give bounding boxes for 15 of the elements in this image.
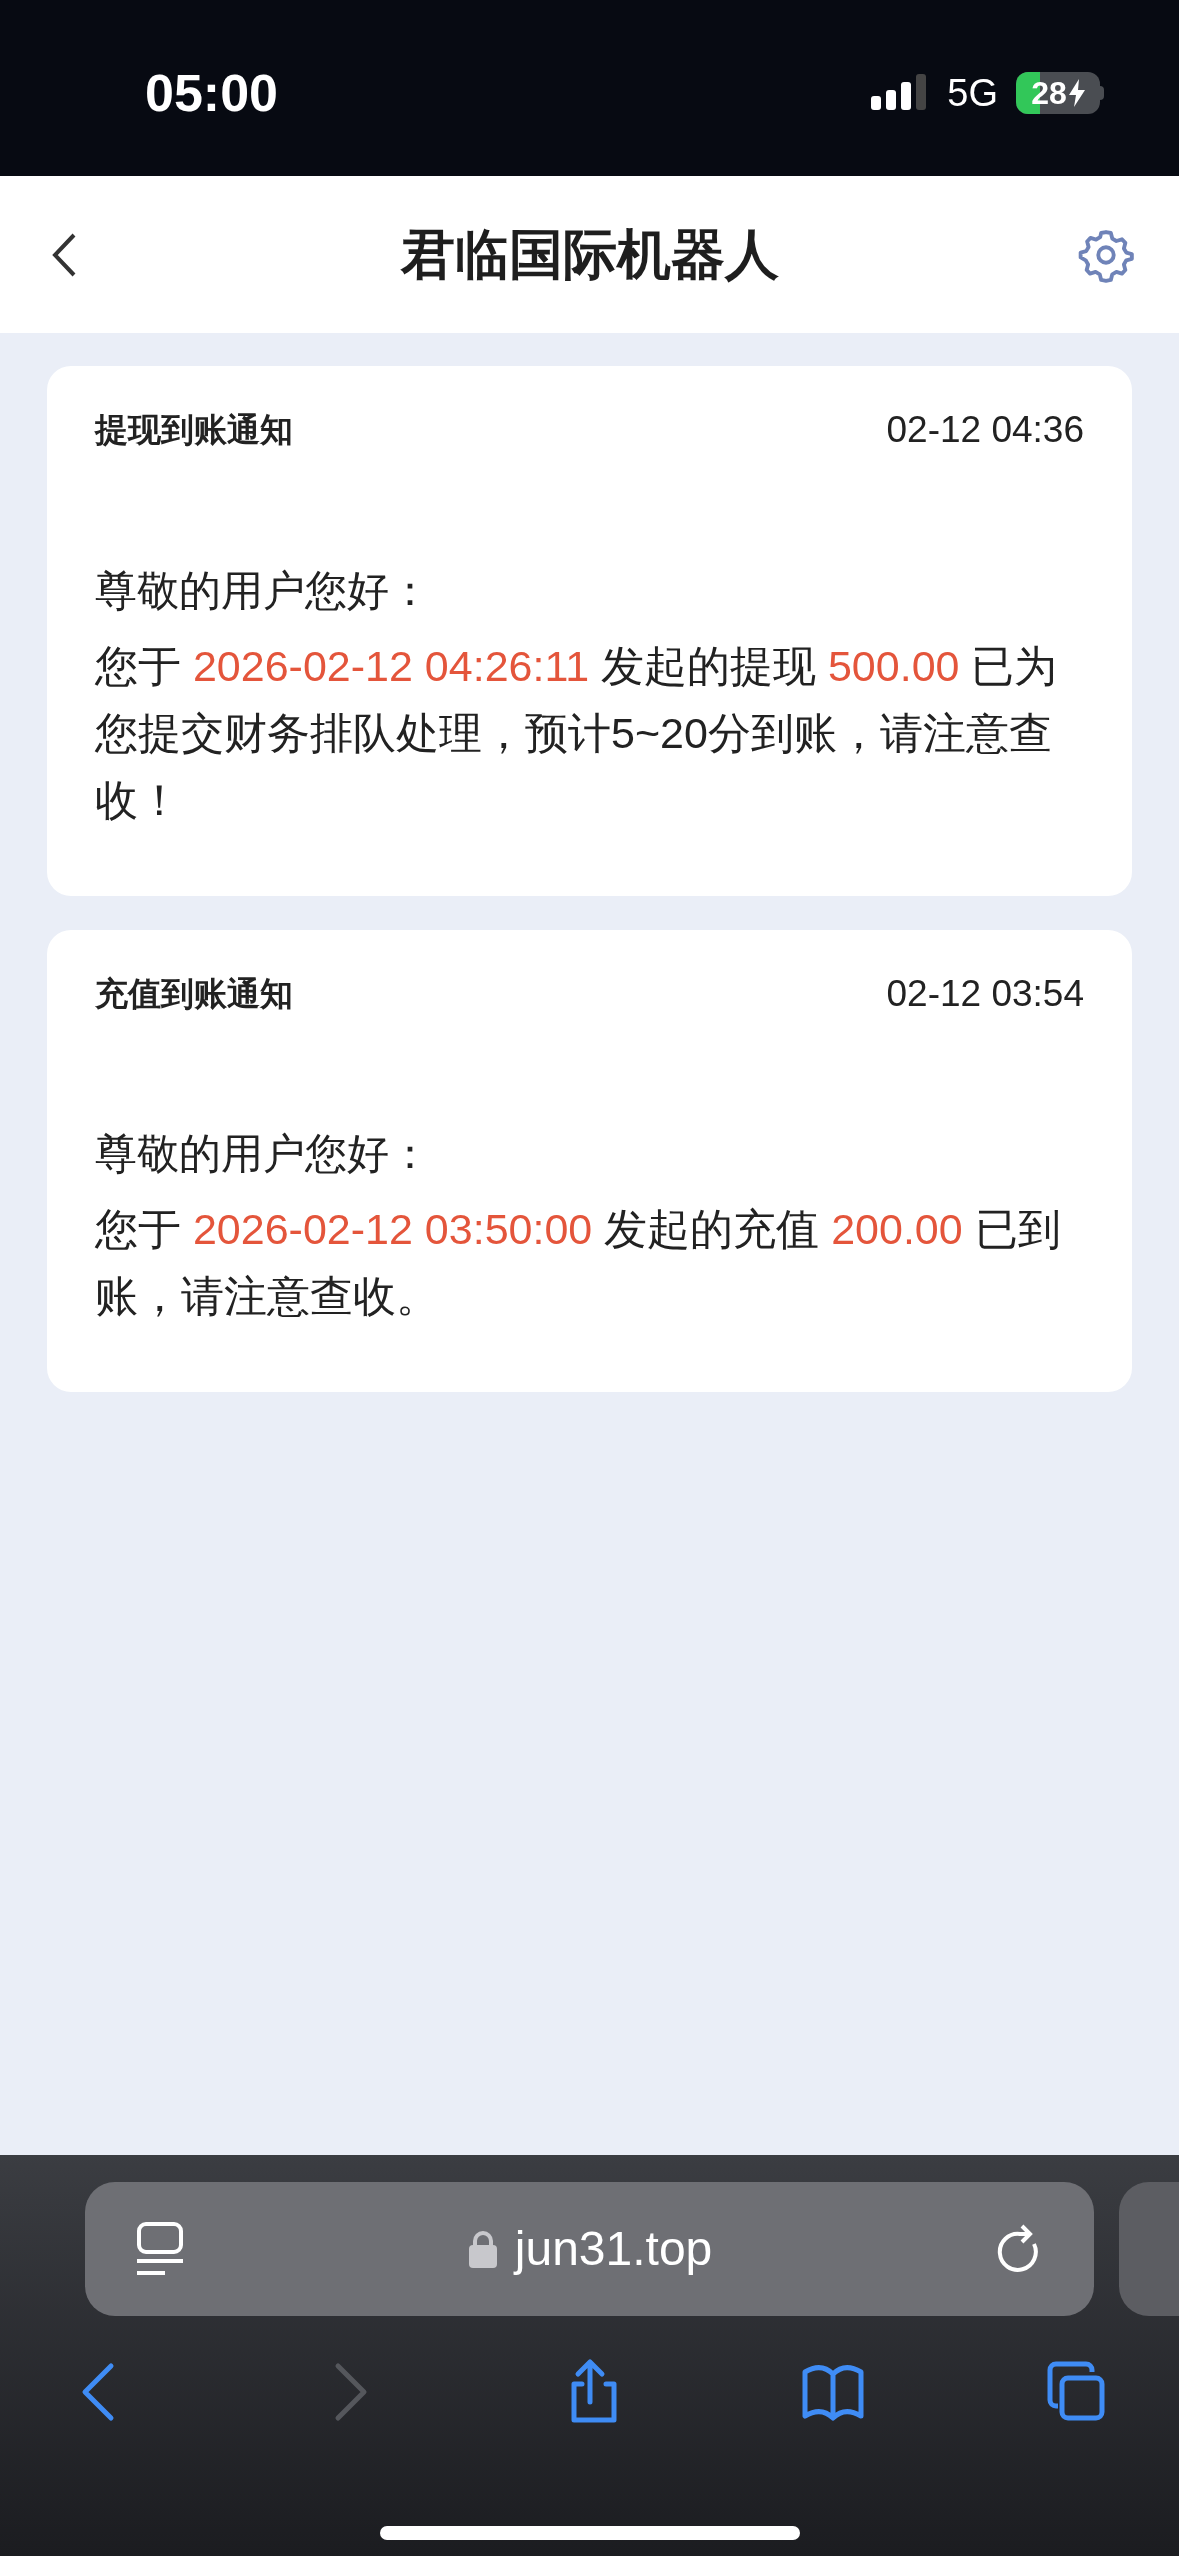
address-bar[interactable]: jun31.top <box>85 2182 1095 2316</box>
notification-message: 您于 2026-02-12 03:50:00 发起的充值 200.00 已到账，请注意查收。 <box>95 1204 1062 1322</box>
network-label: 5G <box>947 70 998 116</box>
notification-title: 提现到账通知 <box>95 410 293 450</box>
notification-message: 您于 2026-02-12 04:26:11 发起的提现 500.00 已为您提交财务排队处理，预计5~20分到账，请注意查收！ <box>95 640 1059 826</box>
reader-icon[interactable] <box>135 2221 185 2277</box>
notification-time: 02-12 03:54 <box>886 971 1084 1016</box>
notification-title: 充值到账通知 <box>95 973 293 1014</box>
url-text: jun31.top <box>514 2221 713 2277</box>
greeting-text: 尊敬的用户您好： <box>95 565 432 616</box>
lock-icon <box>468 2230 497 2268</box>
notification-time: 02-12 04:36 <box>886 408 1084 452</box>
status-time: 05:00 <box>145 63 278 124</box>
page-title: 君临国际机器人 <box>400 223 779 286</box>
greeting-text: 尊敬的用户您好： <box>95 1129 432 1179</box>
